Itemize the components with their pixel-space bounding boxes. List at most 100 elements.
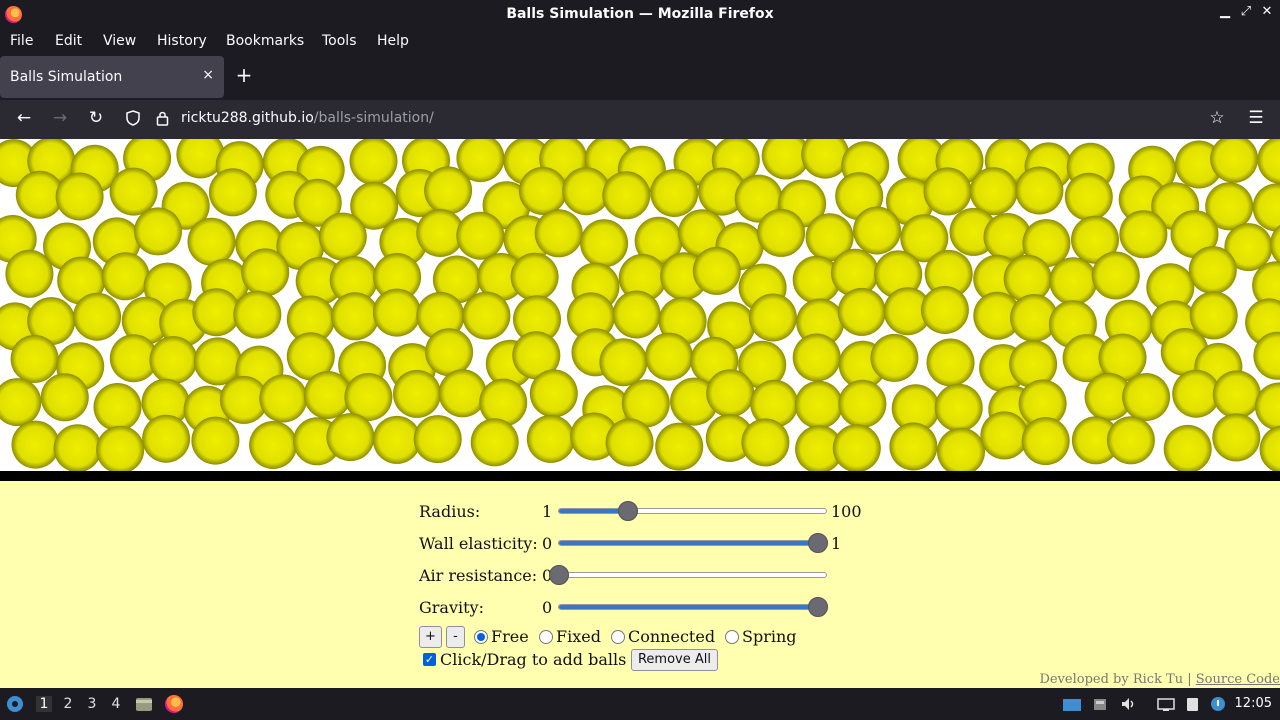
ball[interactable] [55, 172, 104, 221]
forward-icon[interactable]: → [49, 108, 71, 128]
ball[interactable] [318, 212, 367, 261]
ball[interactable] [612, 290, 661, 339]
mode-free-radio[interactable] [474, 630, 488, 644]
ball[interactable] [605, 418, 654, 467]
ball[interactable] [1259, 425, 1280, 471]
tab-balls-simulation[interactable]: Balls Simulation × [0, 56, 224, 98]
ball[interactable] [599, 338, 648, 387]
ball[interactable] [1091, 251, 1140, 300]
mode-spring-radio[interactable] [725, 630, 739, 644]
ball[interactable] [510, 252, 559, 301]
ball[interactable] [96, 425, 145, 471]
ball[interactable] [794, 380, 843, 429]
new-tab-button[interactable]: + [234, 63, 254, 87]
ball[interactable] [1188, 246, 1237, 295]
ball[interactable] [462, 291, 511, 340]
firefox-taskbar-icon[interactable] [165, 695, 183, 713]
bookmark-star-icon[interactable]: ☆ [1206, 108, 1228, 128]
ball[interactable] [529, 369, 578, 418]
ball[interactable] [93, 383, 142, 431]
ball[interactable] [241, 248, 290, 297]
ball[interactable] [838, 379, 887, 428]
back-icon[interactable]: ← [13, 108, 35, 128]
ball[interactable] [101, 252, 150, 301]
ball[interactable] [1049, 257, 1098, 306]
ball[interactable] [534, 209, 583, 258]
source-code-link[interactable]: Source Code [1196, 672, 1280, 687]
menu-file[interactable]: File [10, 33, 33, 49]
ball[interactable] [149, 336, 198, 385]
ball[interactable] [837, 287, 886, 336]
ball[interactable] [1106, 416, 1155, 465]
ball[interactable] [413, 415, 462, 464]
ball[interactable] [580, 219, 629, 268]
ball[interactable] [331, 292, 380, 341]
ball[interactable] [1122, 373, 1171, 421]
ball[interactable] [655, 422, 704, 471]
wall-elasticity-slider[interactable] [558, 533, 828, 553]
ball[interactable] [801, 139, 850, 179]
ball[interactable] [1021, 417, 1070, 466]
ball[interactable] [602, 171, 651, 220]
ball[interactable] [650, 169, 699, 217]
ball[interactable] [1212, 413, 1261, 462]
url-bar[interactable]: ricktu288.github.io/balls-simulation/ [181, 110, 434, 126]
ball[interactable] [438, 369, 487, 418]
shield-icon[interactable] [126, 110, 140, 126]
ball[interactable] [5, 249, 54, 298]
ball[interactable] [73, 292, 122, 341]
lock-icon[interactable] [156, 110, 169, 126]
menu-view[interactable]: View [103, 33, 136, 49]
mode-connected-radio[interactable] [611, 630, 625, 644]
ball[interactable] [191, 416, 240, 465]
ball[interactable] [518, 166, 567, 215]
ball[interactable] [372, 415, 421, 464]
add-ball-button[interactable]: + [419, 626, 442, 648]
ball[interactable] [456, 211, 505, 260]
ball[interactable] [470, 418, 519, 467]
ball[interactable] [757, 208, 806, 257]
file-manager-icon[interactable] [135, 695, 153, 713]
ball[interactable] [920, 286, 969, 334]
ball[interactable] [748, 293, 797, 342]
ball[interactable] [526, 414, 575, 463]
ball[interactable] [1119, 210, 1168, 259]
ball[interactable] [249, 421, 298, 469]
menu-tools[interactable]: Tools [322, 33, 357, 49]
ball[interactable] [870, 333, 919, 382]
remove-all-button[interactable]: Remove All [631, 649, 718, 671]
ball[interactable] [1212, 370, 1261, 419]
radius-slider[interactable] [558, 501, 827, 521]
ball[interactable] [692, 246, 741, 295]
clipboard-icon[interactable] [1184, 696, 1200, 712]
ball[interactable] [187, 217, 236, 266]
workspace-2[interactable]: 2 [60, 696, 76, 712]
ball[interactable] [1252, 183, 1280, 232]
start-menu-icon[interactable] [6, 695, 24, 713]
ball[interactable] [980, 411, 1029, 460]
ball[interactable] [0, 378, 42, 427]
ball[interactable] [425, 328, 474, 377]
ball[interactable] [192, 288, 241, 337]
menu-history[interactable]: History [157, 33, 207, 49]
ball[interactable] [1015, 166, 1064, 215]
ball[interactable] [926, 338, 975, 387]
ball[interactable] [934, 383, 983, 432]
ball[interactable] [10, 334, 59, 383]
ball[interactable] [326, 413, 375, 462]
close-window-icon[interactable]: ✕ [1257, 4, 1277, 19]
ball[interactable] [424, 166, 473, 215]
gravity-slider[interactable] [558, 597, 828, 617]
workspace-3[interactable]: 3 [84, 696, 100, 712]
balls-layer[interactable] [0, 139, 1280, 471]
ball[interactable] [233, 290, 282, 339]
ball[interactable] [923, 167, 972, 216]
ball[interactable] [134, 207, 182, 256]
ball[interactable] [53, 424, 102, 471]
screen-icon[interactable] [1062, 696, 1082, 712]
ball[interactable] [969, 167, 1018, 216]
minimize-icon[interactable]: ▁ [1215, 4, 1235, 19]
gravity-slider-thumb[interactable] [807, 597, 828, 617]
reload-icon[interactable]: ↻ [85, 108, 107, 128]
ball[interactable] [259, 374, 308, 423]
